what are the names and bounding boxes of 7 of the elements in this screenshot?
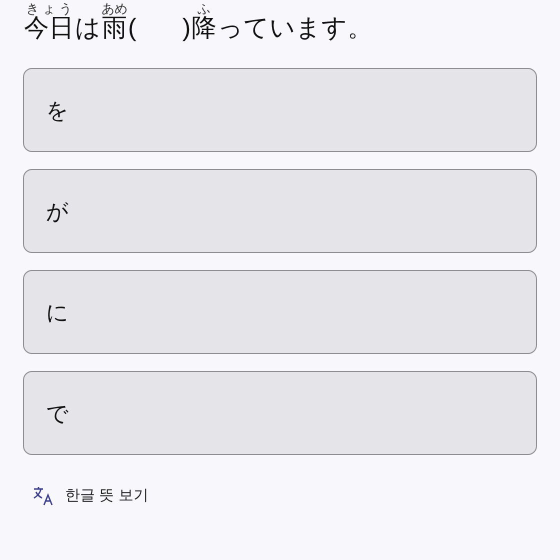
translation-toggle[interactable]: 한글 뜻 보기 (33, 485, 148, 508)
question-sentence: 今日 きょう は雨 あめ ( )降 ふ っています。 (23, 2, 373, 44)
answer-option[interactable]: に (23, 270, 537, 354)
translate-icon (33, 486, 55, 506)
answer-option[interactable]: が (23, 169, 537, 253)
answer-option[interactable]: を (23, 68, 537, 152)
answer-option[interactable]: で (23, 371, 537, 455)
